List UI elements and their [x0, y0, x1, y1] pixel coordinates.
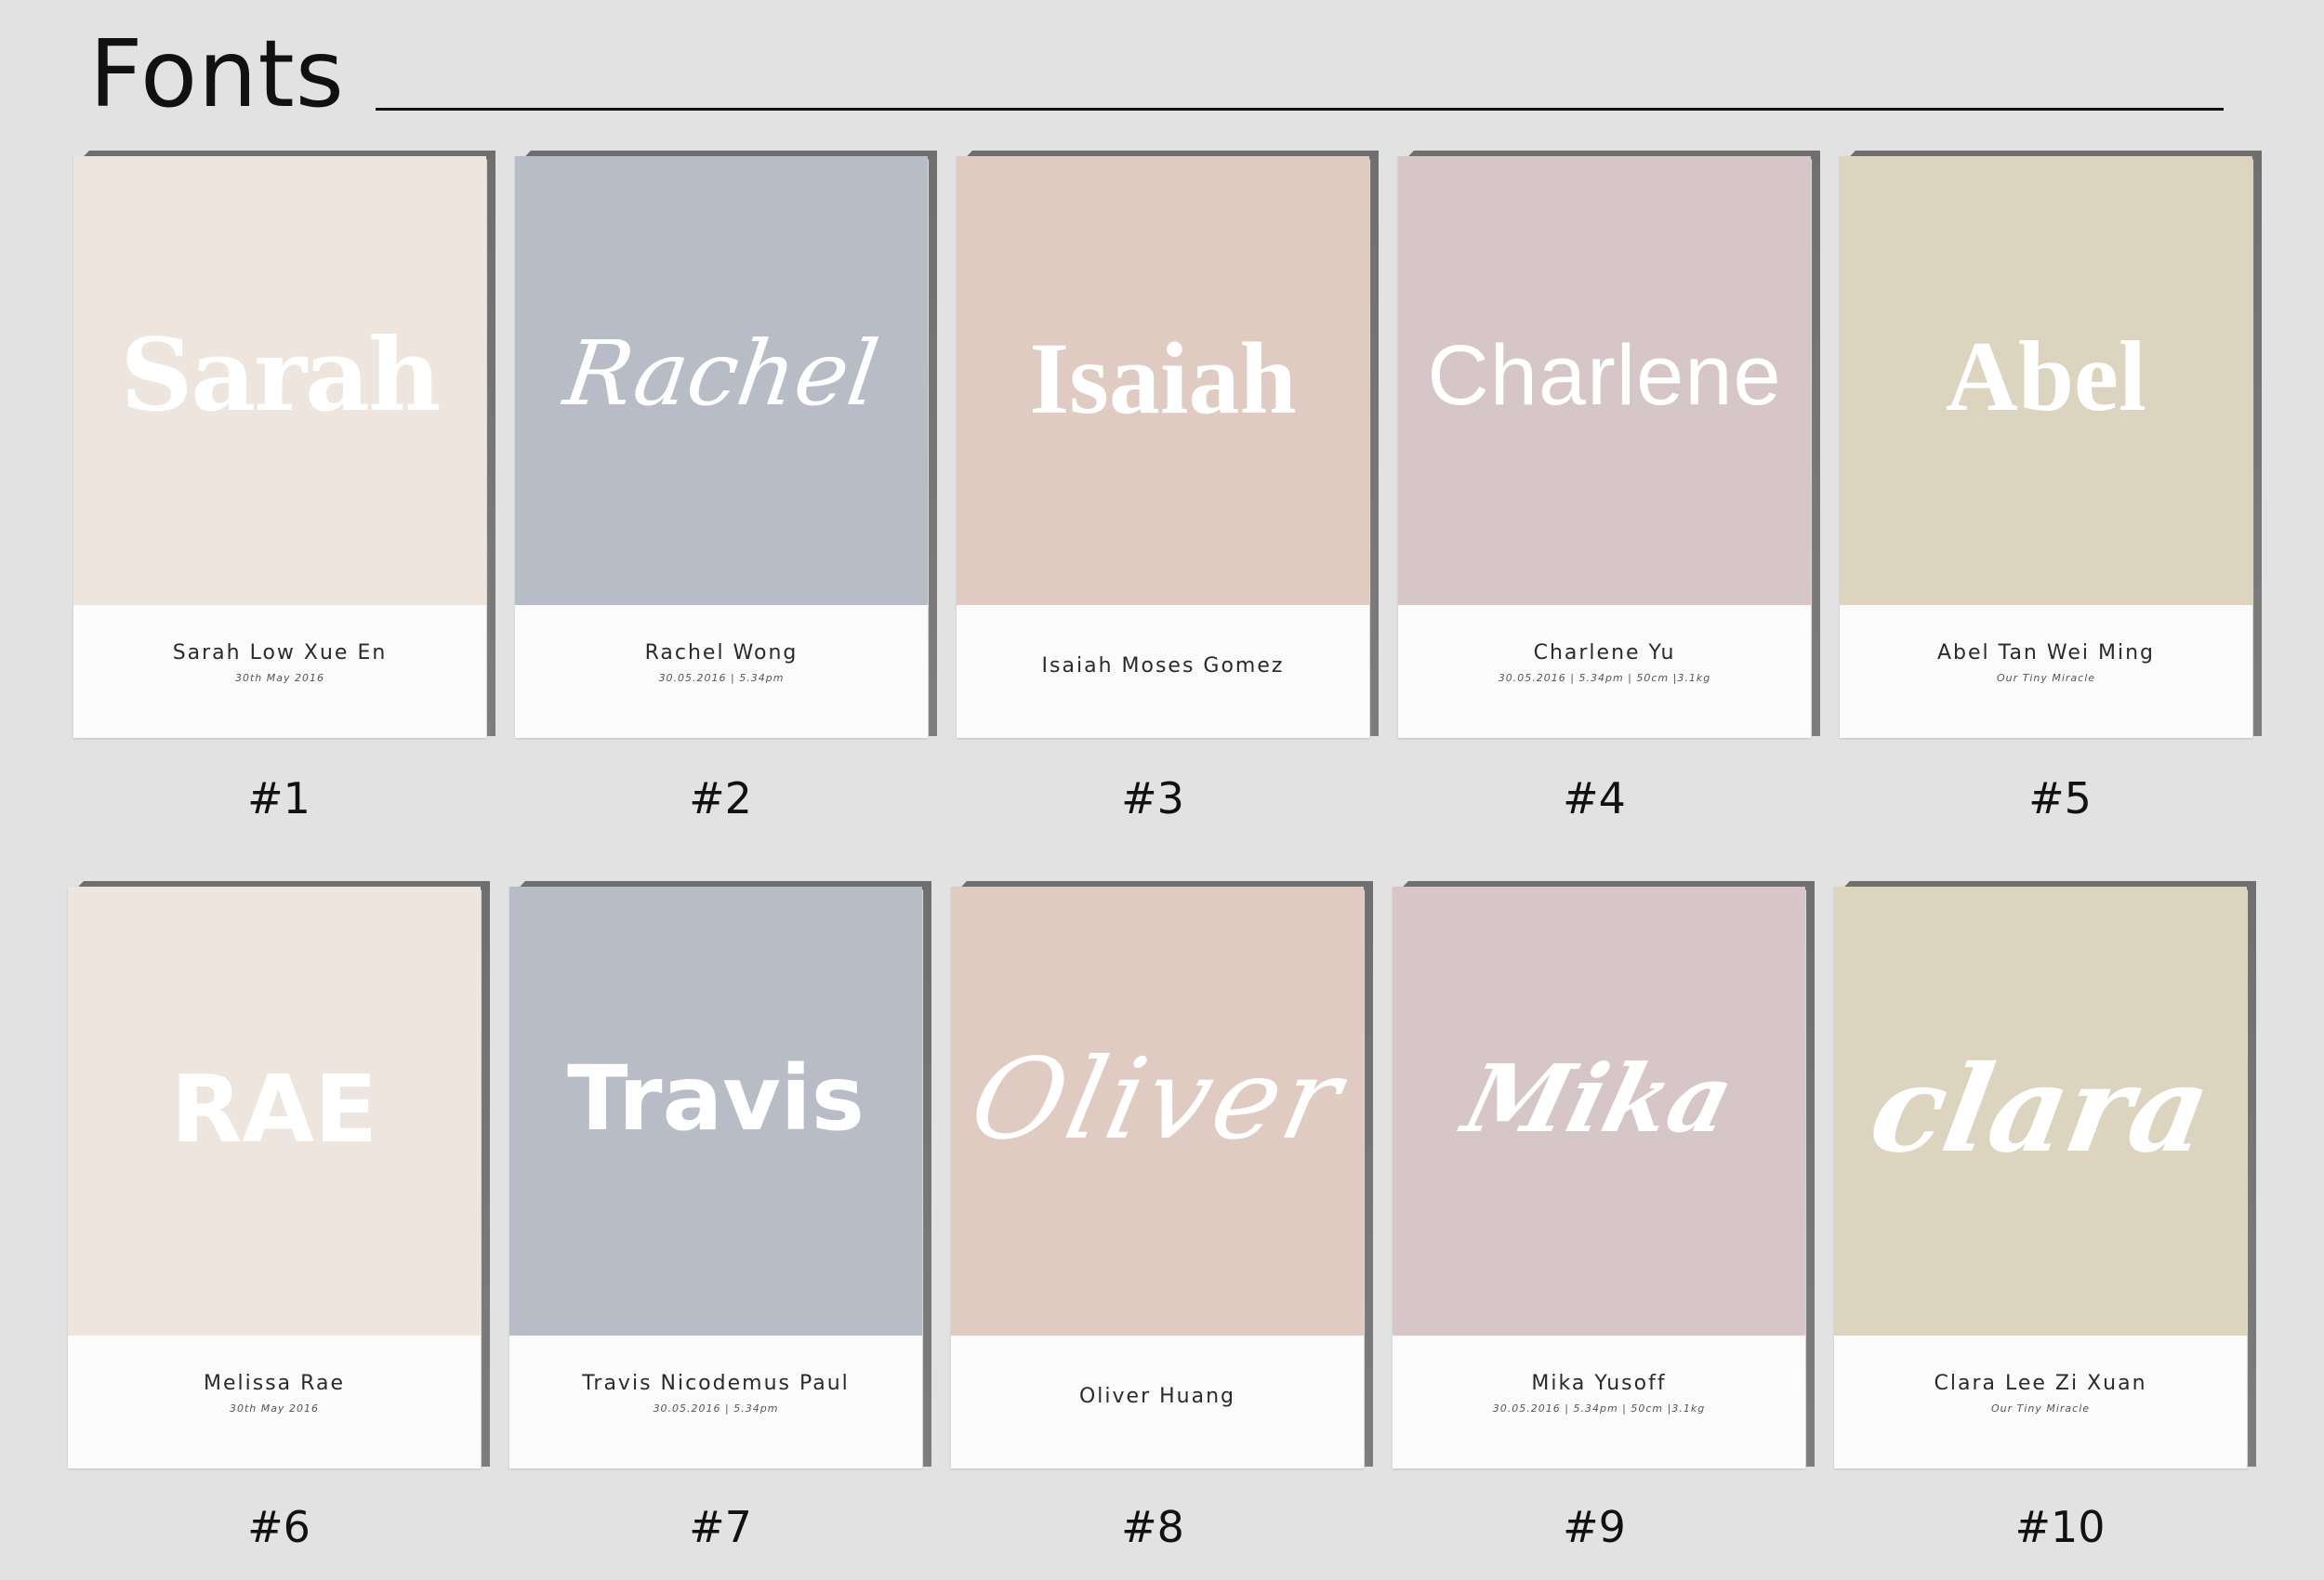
card-print: Rachel Rachel Wong 30.05.2016 | 5.34pm — [515, 156, 928, 738]
card-number-6: #6 — [247, 1502, 310, 1552]
card-print: Mika Mika Yusoff 30.05.2016 | 5.34pm | 5… — [1393, 887, 1805, 1468]
card-subtitle: 30.05.2016 | 5.34pm | 50cm |3.1kg — [1498, 672, 1711, 684]
card-print: RAE Melissa Rae 30th May 2016 — [68, 887, 481, 1468]
card-print: Isaiah Isaiah Moses Gomez — [957, 156, 1369, 738]
card-full-name: Melissa Rae — [204, 1372, 345, 1395]
card-display-name: RAE — [170, 1055, 378, 1164]
font-card-5[interactable]: Abel Abel Tan Wei Ming Our Tiny Miracle — [1840, 151, 2262, 738]
card-full-name: Sarah Low Xue En — [172, 641, 388, 665]
card-display-name: Sarah — [120, 317, 441, 434]
card-print: Abel Abel Tan Wei Ming Our Tiny Miracle — [1840, 156, 2252, 738]
card-subtitle: Our Tiny Miracle — [1996, 672, 2096, 684]
card-display-name: Abel — [1946, 322, 2146, 432]
card-display-name: Charlene — [1427, 328, 1782, 423]
card-number-10: #10 — [2014, 1502, 2106, 1552]
card-print: Sarah Sarah Low Xue En 30th May 2016 — [73, 156, 486, 738]
font-card-8[interactable]: Oliver Oliver Huang — [951, 881, 1373, 1468]
card-subtitle: Our Tiny Miracle — [1990, 1402, 2091, 1415]
card-display-name: Travis — [567, 1047, 865, 1151]
card-full-name: Rachel Wong — [644, 641, 799, 665]
card-number-7: #7 — [689, 1502, 752, 1552]
card-full-name: Charlene Yu — [1533, 641, 1676, 665]
card-full-name: Abel Tan Wei Ming — [1937, 641, 2155, 665]
card-print: Travis Travis Nicodemus Paul 30.05.2016 … — [509, 887, 922, 1468]
card-number-1: #1 — [247, 773, 310, 823]
font-card-9[interactable]: Mika Mika Yusoff 30.05.2016 | 5.34pm | 5… — [1393, 881, 1815, 1468]
page-title: Fonts — [89, 20, 345, 128]
card-display-name: clara — [1860, 1040, 2221, 1179]
card-number-3: #3 — [1121, 773, 1184, 823]
card-number-5: #5 — [2028, 773, 2092, 823]
font-card-7[interactable]: Travis Travis Nicodemus Paul 30.05.2016 … — [509, 881, 931, 1468]
card-print: Oliver Oliver Huang — [951, 887, 1364, 1468]
card-number-9: #9 — [1563, 1502, 1626, 1552]
card-full-name: Oliver Huang — [1078, 1385, 1235, 1408]
card-print: Charlene Charlene Yu 30.05.2016 | 5.34pm… — [1398, 156, 1811, 738]
font-card-4[interactable]: Charlene Charlene Yu 30.05.2016 | 5.34pm… — [1398, 151, 1820, 738]
card-print: clara Clara Lee Zi Xuan Our Tiny Miracle — [1834, 887, 2247, 1468]
font-card-2[interactable]: Rachel Rachel Wong 30.05.2016 | 5.34pm — [515, 151, 937, 738]
card-number-2: #2 — [689, 773, 752, 823]
font-card-3[interactable]: Isaiah Isaiah Moses Gomez — [957, 151, 1379, 738]
card-subtitle: 30th May 2016 — [234, 672, 324, 684]
card-full-name: Isaiah Moses Gomez — [1041, 654, 1285, 678]
card-full-name: Clara Lee Zi Xuan — [1934, 1372, 2147, 1395]
card-display-name: Mika — [1453, 1044, 1745, 1153]
card-subtitle: 30th May 2016 — [229, 1402, 319, 1415]
card-full-name: Mika Yusoff — [1531, 1372, 1667, 1395]
title-divider — [376, 108, 2224, 111]
card-subtitle: 30.05.2016 | 5.34pm — [653, 1402, 779, 1415]
card-subtitle: 30.05.2016 | 5.34pm | 50cm |3.1kg — [1492, 1402, 1706, 1415]
card-number-8: #8 — [1121, 1502, 1184, 1552]
font-card-6[interactable]: RAE Melissa Rae 30th May 2016 — [68, 881, 490, 1468]
card-display-name: Oliver — [959, 1035, 1355, 1165]
font-card-10[interactable]: clara Clara Lee Zi Xuan Our Tiny Miracle — [1834, 881, 2256, 1468]
card-number-4: #4 — [1563, 773, 1626, 823]
card-full-name: Travis Nicodemus Paul — [582, 1372, 850, 1395]
font-card-1[interactable]: Sarah Sarah Low Xue En 30th May 2016 — [73, 151, 495, 738]
card-display-name: Rachel — [558, 322, 885, 426]
card-display-name: Isaiah — [1029, 322, 1297, 435]
card-subtitle: 30.05.2016 | 5.34pm — [658, 672, 785, 684]
